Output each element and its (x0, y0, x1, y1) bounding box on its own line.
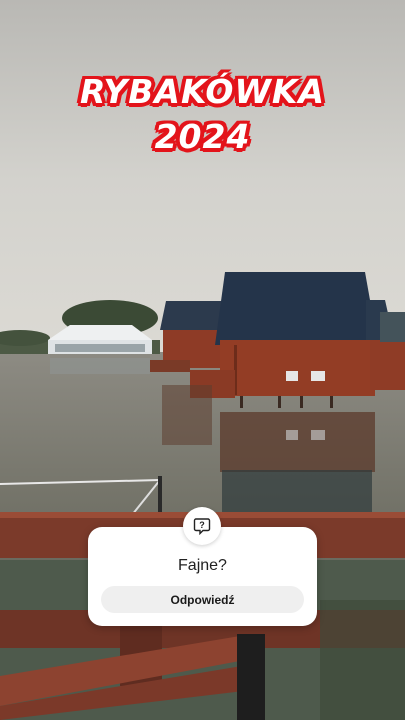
overlay-year: 2024 (154, 117, 251, 156)
svg-text:?: ? (199, 520, 205, 530)
question-text: Fajne? (178, 557, 227, 574)
answer-button[interactable]: Odpowiedź (101, 586, 304, 613)
question-bubble-icon: ? (183, 507, 221, 545)
overlay-title: RYBAKÓWKA (80, 72, 325, 111)
